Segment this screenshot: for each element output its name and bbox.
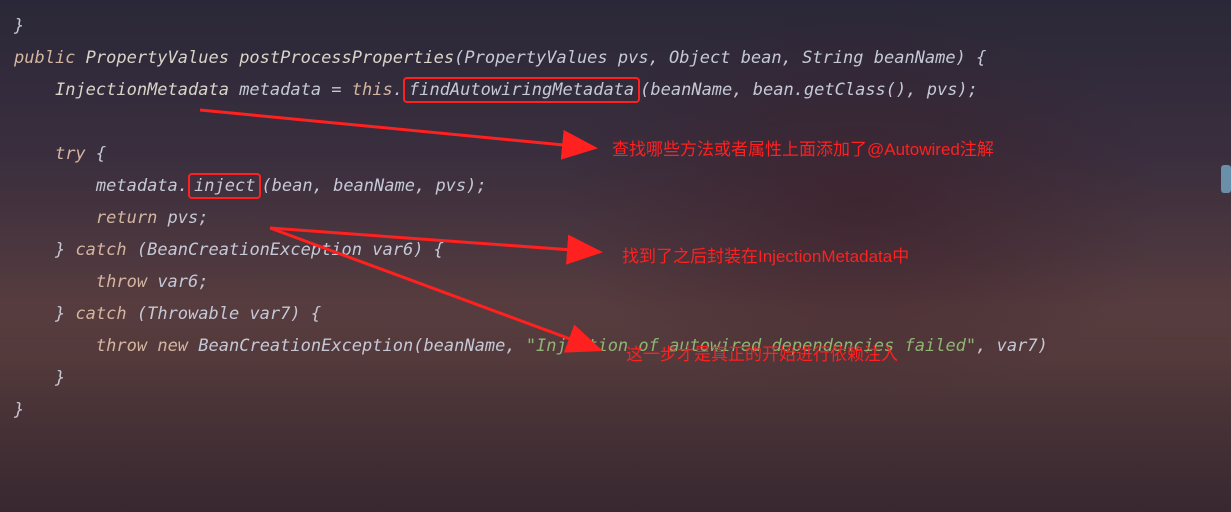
annotation-1: 查找哪些方法或者属性上面添加了@Autowired注解 (612, 135, 994, 160)
annotation-3: 这一步才是真正的开始进行依赖注入 (626, 340, 898, 365)
code-line: } catch (Throwable var7) { (14, 298, 1217, 330)
code-line: } (14, 362, 1217, 394)
annotation-2: 找到了之后封装在InjectionMetadata中 (622, 242, 909, 267)
code-line: metadata.inject(bean, beanName, pvs); (14, 170, 1217, 202)
code-line (14, 106, 1217, 138)
code-line: public PropertyValues postProcessPropert… (14, 42, 1217, 74)
highlight-inject: inject (188, 173, 261, 199)
code-line: } (14, 394, 1217, 426)
code-line: throw new BeanCreationException(beanName… (14, 330, 1217, 362)
highlight-findAutowiringMetadata: findAutowiringMetadata (403, 77, 640, 103)
code-editor[interactable]: } public PropertyValues postProcessPrope… (0, 0, 1231, 436)
code-line: } catch (BeanCreationException var6) { (14, 234, 1217, 266)
code-line: InjectionMetadata metadata = this.findAu… (14, 74, 1217, 106)
scrollbar-thumb[interactable] (1221, 165, 1231, 193)
code-line: return pvs; (14, 202, 1217, 234)
code-line: throw var6; (14, 266, 1217, 298)
code-line: } (14, 10, 1217, 42)
